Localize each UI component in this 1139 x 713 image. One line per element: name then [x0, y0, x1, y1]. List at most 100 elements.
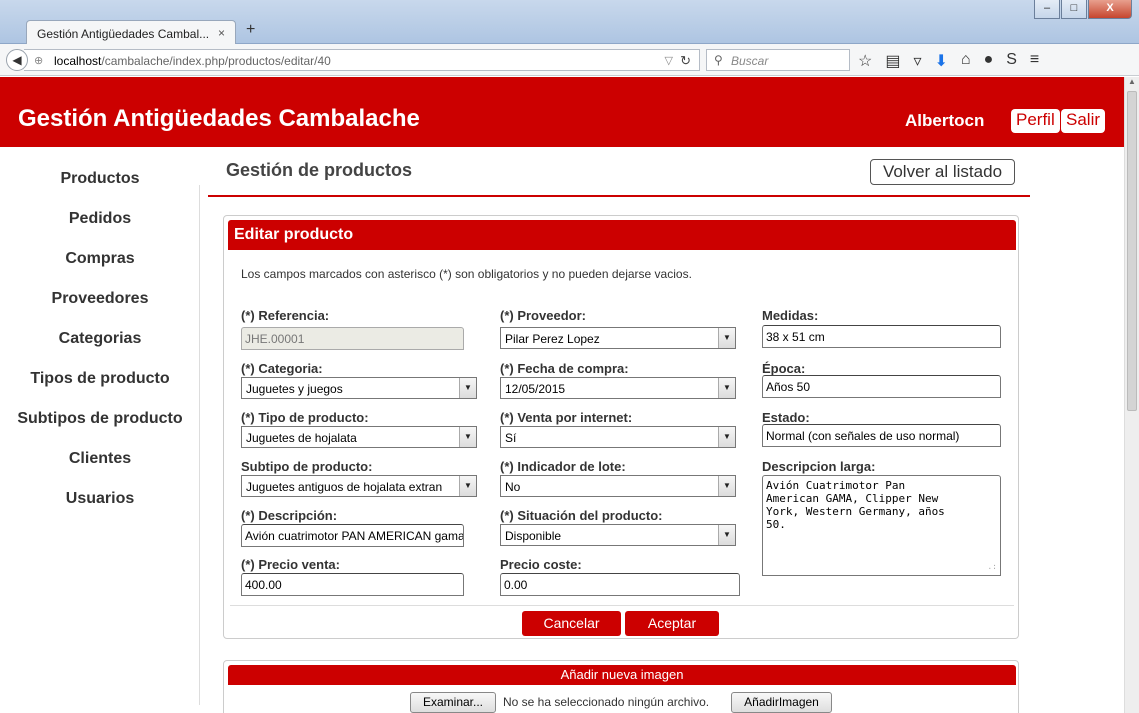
sidebar-item-subtipos[interactable]: Subtipos de producto: [0, 399, 200, 439]
maximize-button[interactable]: □: [1061, 0, 1087, 19]
back-button[interactable]: ◀: [6, 49, 28, 71]
epoca-label: Época:: [762, 361, 806, 376]
scrollbar-thumb[interactable]: [1127, 91, 1137, 411]
form-separator: [230, 605, 1014, 606]
close-window-button[interactable]: X: [1088, 0, 1132, 19]
browser-tab[interactable]: Gestión Antigüedades Cambal... ×: [26, 20, 236, 45]
situacion-value: Disponible: [505, 529, 562, 543]
bookmark-star-icon[interactable]: ☆: [858, 51, 872, 71]
toolbar-icons: ☆ ▤ ▿ ⬇ ⌂ ● S ≡: [858, 51, 1039, 71]
search-icon: ⚲: [714, 53, 723, 67]
sync-icon[interactable]: S: [1006, 51, 1017, 71]
sidebar-item-usuarios[interactable]: Usuarios: [0, 479, 200, 519]
tipo-select[interactable]: Juguetes de hojalata ▼: [241, 426, 477, 448]
page-viewport: Gestión Antigüedades Cambalache Albertoc…: [0, 77, 1124, 713]
medidas-field[interactable]: 38 x 51 cm: [762, 325, 1001, 348]
scroll-up-icon[interactable]: ▲: [1128, 77, 1136, 86]
medidas-label: Medidas:: [762, 308, 819, 323]
sidebar: Productos Pedidos Compras Proveedores Ca…: [0, 159, 200, 519]
situacion-select[interactable]: Disponible ▼: [500, 524, 736, 546]
sidebar-item-clientes[interactable]: Clientes: [0, 439, 200, 479]
download-icon[interactable]: ⬇: [935, 51, 948, 71]
precio-venta-field[interactable]: 400.00: [241, 573, 464, 596]
menu-icon[interactable]: ≡: [1030, 51, 1039, 71]
venta-internet-value: Sí: [505, 431, 517, 445]
page-scrollbar[interactable]: ▲: [1124, 77, 1139, 713]
categoria-label: (*) Categoria:: [241, 361, 323, 376]
browse-file-button[interactable]: Examinar...: [410, 692, 496, 713]
add-image-title: Añadir nueva imagen: [228, 665, 1016, 685]
required-note: Los campos marcados con asterisco (*) so…: [241, 267, 692, 281]
chevron-down-icon: ▼: [459, 378, 476, 398]
edit-product-panel: Editar producto Los campos marcados con …: [223, 215, 1019, 639]
profile-button[interactable]: Perfil: [1011, 109, 1060, 133]
logout-button[interactable]: Salir: [1061, 109, 1106, 133]
sidebar-item-pedidos[interactable]: Pedidos: [0, 199, 200, 239]
site-header: Gestión Antigüedades Cambalache Albertoc…: [0, 77, 1124, 147]
cancel-button[interactable]: Cancelar: [522, 611, 621, 636]
chevron-down-icon: ▼: [459, 427, 476, 447]
indicador-lote-value: No: [505, 480, 521, 494]
venta-internet-label: (*) Venta por internet:: [500, 410, 633, 425]
subtipo-select[interactable]: Juguetes antiguos de hojalata extran ▼: [241, 475, 477, 497]
chevron-down-icon: ▼: [718, 378, 735, 398]
sidebar-item-compras[interactable]: Compras: [0, 239, 200, 279]
precio-venta-label: (*) Precio venta:: [241, 557, 340, 572]
proveedor-select[interactable]: Pilar Perez Lopez ▼: [500, 327, 736, 349]
address-bar[interactable]: ⊕ localhost/cambalache/index.php/product…: [24, 49, 700, 71]
new-tab-icon[interactable]: +: [246, 21, 255, 39]
navigation-bar: ⊕ localhost/cambalache/index.php/product…: [0, 44, 1139, 76]
no-file-text: No se ha seleccionado ningún archivo.: [503, 695, 710, 709]
descripcion-field[interactable]: Avión cuatrimotor PAN AMERICAN gama: [241, 524, 464, 547]
resize-grip-icon[interactable]: .:: [987, 560, 997, 573]
referencia-label: (*) Referencia:: [241, 308, 330, 323]
sidebar-item-categorias[interactable]: Categorias: [0, 319, 200, 359]
tab-title: Gestión Antigüedades Cambal...: [37, 27, 210, 41]
epoca-field[interactable]: Años 50: [762, 375, 1001, 398]
categoria-select[interactable]: Juguetes y juegos ▼: [241, 377, 477, 399]
tipo-value: Juguetes de hojalata: [246, 431, 357, 445]
venta-internet-select[interactable]: Sí ▼: [500, 426, 736, 448]
categoria-value: Juguetes y juegos: [246, 382, 343, 396]
fecha-compra-select[interactable]: 12/05/2015 ▼: [500, 377, 736, 399]
sidebar-item-productos[interactable]: Productos: [0, 159, 200, 199]
home-icon[interactable]: ⌂: [961, 51, 971, 71]
back-to-list-button[interactable]: Volver al listado: [870, 159, 1015, 185]
descripcion-larga-textarea[interactable]: Avión Cuatrimotor Pan American GAMA, Cli…: [762, 475, 1001, 576]
tipo-label: (*) Tipo de producto:: [241, 410, 369, 425]
browser-window: Gestión Antigüedades Cambal... × + – □ X…: [0, 0, 1139, 713]
chevron-down-icon: ▼: [718, 328, 735, 348]
descripcion-larga-line: York, Western Germany, años: [766, 505, 945, 518]
referencia-field[interactable]: JHE.00001: [241, 327, 464, 350]
url-path: /cambalache/index.php/productos/editar/4…: [101, 54, 331, 68]
site-info-icon[interactable]: ⊕: [34, 54, 43, 67]
indicador-lote-select[interactable]: No ▼: [500, 475, 736, 497]
subtipo-label: Subtipo de producto:: [241, 459, 373, 474]
search-input[interactable]: ⚲ Buscar: [706, 49, 850, 71]
estado-field[interactable]: Normal (con señales de uso normal): [762, 424, 1001, 447]
url-dropdown-icon[interactable]: ▽: [665, 54, 673, 67]
descripcion-label: (*) Descripción:: [241, 508, 338, 523]
site-title: Gestión Antigüedades Cambalache: [18, 105, 420, 132]
estado-label: Estado:: [762, 410, 810, 425]
section-divider: [208, 195, 1030, 197]
reload-icon[interactable]: ↻: [680, 53, 691, 69]
pocket-icon[interactable]: ▿: [913, 51, 921, 71]
add-image-button[interactable]: AñadirImagen: [731, 692, 832, 713]
accept-button[interactable]: Aceptar: [625, 611, 719, 636]
search-placeholder: Buscar: [731, 54, 769, 68]
precio-coste-field[interactable]: 0.00: [500, 573, 740, 596]
minimize-button[interactable]: –: [1034, 0, 1060, 19]
subtipo-value: Juguetes antiguos de hojalata extran: [246, 480, 443, 494]
bookmarks-list-icon[interactable]: ▤: [885, 51, 900, 71]
descripcion-larga-line: Avión Cuatrimotor Pan: [766, 479, 906, 492]
chat-icon[interactable]: ●: [984, 51, 994, 71]
indicador-lote-label: (*) Indicador de lote:: [500, 459, 626, 474]
situacion-label: (*) Situación del producto:: [500, 508, 663, 523]
chevron-down-icon: ▼: [718, 427, 735, 447]
tab-close-icon[interactable]: ×: [218, 26, 225, 40]
sidebar-item-proveedores[interactable]: Proveedores: [0, 279, 200, 319]
window-controls: – □ X: [1034, 0, 1132, 19]
sidebar-item-tipos[interactable]: Tipos de producto: [0, 359, 200, 399]
chevron-down-icon: ▼: [718, 525, 735, 545]
